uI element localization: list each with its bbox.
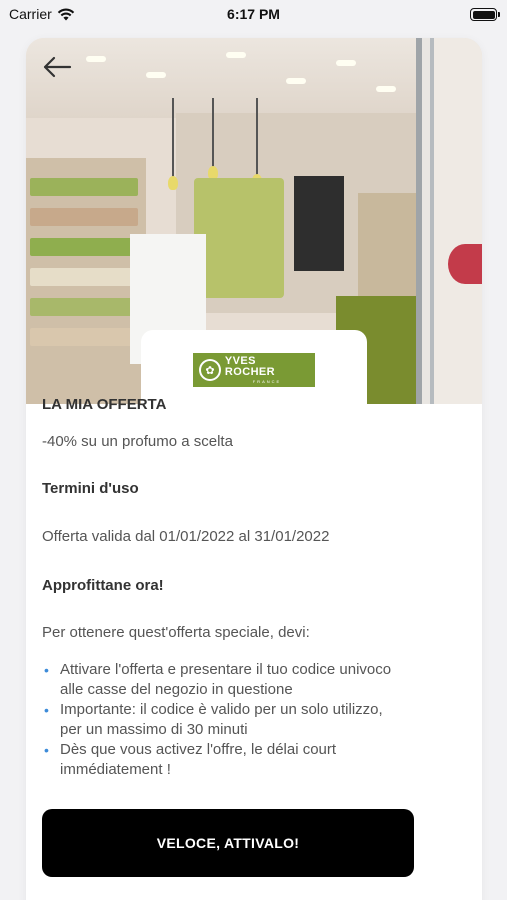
status-time: 6:17 PM <box>227 6 280 22</box>
back-button[interactable] <box>40 52 74 82</box>
cta-heading: Approfittane ora! <box>42 577 164 594</box>
status-bar: Carrier 6:17 PM <box>0 0 507 30</box>
brand-sub: FRANCE <box>252 379 282 384</box>
brand-logo: ✿ YVES ROCHER FRANCE <box>193 353 315 387</box>
list-item: Importante: il codice è valido per un so… <box>42 700 402 740</box>
cta-intro: Per ottenere quest'offerta speciale, dev… <box>42 624 310 641</box>
offer-text: -40% su un profumo a scelta <box>42 433 233 450</box>
offer-heading: LA MIA OFFERTA <box>42 396 167 413</box>
activate-offer-button[interactable]: VELOCE, ATTIVALO! <box>42 809 414 877</box>
terms-heading: Termini d'uso <box>42 480 139 497</box>
brand-name: YVES ROCHER <box>224 355 275 378</box>
arrow-left-icon <box>43 56 72 78</box>
list-item: Attivare l'offerta e presentare il tuo c… <box>42 660 402 700</box>
battery-icon <box>470 8 500 21</box>
terms-text: Offerta valida dal 01/01/2022 al 31/01/2… <box>42 528 330 545</box>
instructions-list: Attivare l'offerta e presentare il tuo c… <box>42 660 402 780</box>
leaf-icon: ✿ <box>199 359 221 381</box>
brand-logo-tab: ✿ YVES ROCHER FRANCE <box>141 330 367 410</box>
list-item: Dès que vous activez l'offre, le délai c… <box>42 740 402 780</box>
